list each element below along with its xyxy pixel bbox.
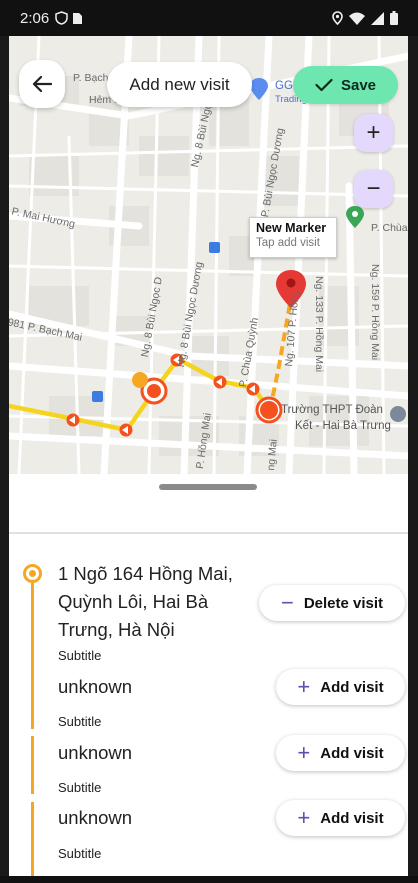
sheet-drag-handle[interactable] (159, 484, 257, 490)
signal-icon (371, 11, 384, 25)
app-screen: P. Bạch M Hẻm 17 P. Mai Hương 981 P. Bạc… (9, 36, 408, 876)
visit-address: unknown (58, 676, 133, 697)
zoom-out-button[interactable]: − (354, 170, 393, 208)
system-nav-bar (0, 876, 418, 883)
visit-address: 1 Ngõ 164 Hồng Mai, Quỳnh Lôi, Hai Bà Tr… (58, 560, 233, 644)
poi-label: Trường THPT Đoàn (281, 404, 383, 416)
poi-label: Kết - Hai Bà Trưng (295, 420, 391, 432)
phone-frame: 2:06 P. Bạch M Hẻm 17 P. Mai Hương 981 P… (0, 0, 418, 883)
info-window-title: New Marker (256, 221, 327, 235)
timeline-line (31, 671, 34, 729)
add-visit-label: Add visit (320, 744, 384, 762)
timeline-line (31, 736, 34, 794)
status-bar: 2:06 (0, 0, 418, 36)
street-label: Ng. 159 P. Hồng Mai (369, 264, 381, 361)
battery-icon (390, 11, 398, 25)
visit-address: unknown (58, 742, 133, 763)
minus-icon: − (280, 590, 294, 615)
add-visit-label: Add visit (320, 809, 384, 827)
map-view[interactable]: P. Bạch M Hẻm 17 P. Mai Hương 981 P. Bạc… (9, 36, 408, 474)
save-button[interactable]: Save (293, 66, 398, 104)
visit-address-line: 1 Ngõ 164 Hồng Mai, (58, 563, 233, 584)
wifi-icon (349, 12, 365, 25)
add-visit-label: Add visit (320, 678, 384, 696)
zoom-in-button[interactable]: + (354, 114, 393, 152)
arrow-left-icon (32, 75, 52, 93)
check-icon (315, 78, 333, 92)
add-visit-button[interactable]: + Add visit (276, 800, 405, 836)
plus-icon: + (366, 119, 381, 146)
save-button-label: Save (340, 76, 377, 94)
street-label: Ng. 133 P. Hồng Mai (313, 276, 325, 373)
delete-visit-button[interactable]: − Delete visit (259, 585, 405, 621)
visit-subtitle: Subtitle (58, 648, 102, 663)
plus-icon: + (297, 805, 311, 830)
info-window-subtitle: Tap add visit (256, 237, 320, 249)
plus-icon: + (297, 674, 311, 699)
visit-address-line: Trưng, Hà Nội (58, 619, 175, 640)
street-label: P. Chùa (371, 222, 408, 234)
status-time: 2:06 (20, 9, 50, 27)
sim-card-icon (73, 12, 83, 24)
minus-icon: − (366, 175, 381, 202)
visit-subtitle: Subtitle (58, 714, 102, 729)
visit-subtitle: Subtitle (58, 846, 102, 861)
plus-icon: + (297, 740, 311, 765)
timeline-stop-dot (23, 564, 42, 583)
divider (9, 532, 408, 534)
timeline-line (31, 802, 34, 876)
back-button[interactable] (19, 60, 65, 108)
visits-bottom-sheet: 1 Ngõ 164 Hồng Mai, Quỳnh Lôi, Hai Bà Tr… (9, 474, 408, 876)
delete-visit-label: Delete visit (303, 594, 384, 612)
shield-icon (55, 11, 68, 25)
page-title: Add new visit (107, 62, 252, 107)
location-icon (332, 11, 343, 25)
visit-address: unknown (58, 807, 133, 828)
visit-address-line: Quỳnh Lôi, Hai Bà (58, 591, 209, 612)
visit-subtitle: Subtitle (58, 780, 102, 795)
poi-label: GG (275, 80, 293, 92)
add-visit-button[interactable]: + Add visit (276, 735, 405, 771)
marker-info-window[interactable]: New Marker Tap add visit (249, 217, 337, 258)
add-visit-button[interactable]: + Add visit (276, 669, 405, 705)
